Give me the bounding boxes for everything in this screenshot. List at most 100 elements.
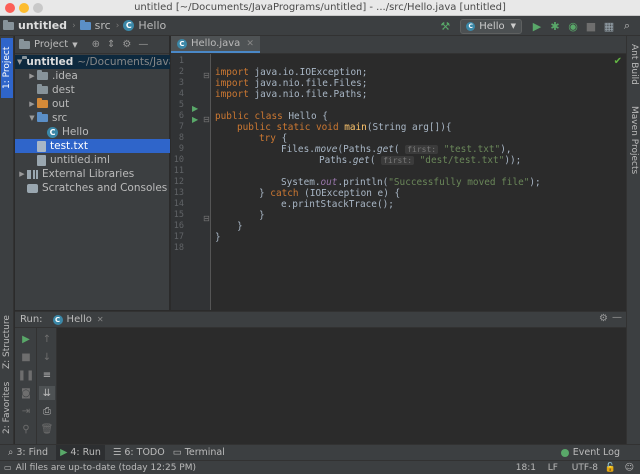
tab-ant-build[interactable]: Ant Build [627, 44, 639, 94]
fold-icon[interactable]: ⊟ [203, 71, 210, 80]
chevron-down-icon: ▼ [29, 114, 35, 122]
tab-terminal[interactable]: ▭ Terminal [173, 447, 225, 458]
folder-icon [19, 38, 30, 49]
breadcrumb-label: Hello [138, 19, 167, 32]
tree-item-out[interactable]: ▶ out [15, 97, 170, 111]
editor-gutter[interactable]: 1 2 3 4 5 6 7 8 9 10 11 12 13 14 15 16 17 18 ▶ ▶ ⊟ ⊟ ⊟ [171, 54, 211, 310]
tree-item-hello[interactable]: C Hello [15, 125, 170, 139]
print-icon[interactable]: ⎙ [39, 404, 55, 418]
code-line: } [237, 221, 243, 232]
inspection-ok-icon[interactable]: ✔ [614, 56, 622, 67]
tab-find[interactable]: ⌕ 3: Find [8, 447, 48, 458]
line-separator[interactable]: LF [548, 463, 558, 473]
rerun-icon[interactable]: ▶ [18, 332, 34, 346]
arrow-up-icon[interactable]: ↑ [39, 332, 55, 346]
status-bar: ▭ All files are up-to-date (today 12:25 … [0, 460, 640, 474]
line-number: 6 [178, 111, 184, 121]
file-encoding[interactable]: UTF-8 [572, 463, 598, 473]
breadcrumb-src[interactable]: src › [79, 19, 119, 32]
fold-icon[interactable]: ⊟ [203, 115, 210, 124]
tree-item-dest[interactable]: dest [15, 83, 170, 97]
tab-todo[interactable]: ☰ 6: TODO [113, 447, 165, 458]
trash-icon[interactable]: 🗑 [39, 422, 55, 436]
chevron-right-icon: ▶ [29, 100, 35, 108]
class-icon: C [123, 20, 135, 31]
stop-icon[interactable]: ■ [18, 350, 34, 364]
folder-icon [37, 98, 48, 108]
project-structure-icon[interactable]: ▦ [600, 18, 618, 34]
project-view-select[interactable]: Project [34, 39, 68, 50]
status-toggle-icon[interactable]: ▭ [4, 463, 12, 472]
tree-item-iml[interactable]: untitled.iml [15, 153, 170, 167]
line-number: 13 [173, 188, 184, 198]
run-tab-hello[interactable]: C Hello ✕ [52, 314, 104, 325]
run-panel: Run: C Hello ✕ ⚙ — ▶ ■ ❚❚ ◙ ⇥ ⚲ ↑ ↓ ≡ ⇊ … [15, 311, 626, 444]
lock-icon[interactable]: 🔓 [605, 463, 616, 473]
tab-favorites[interactable]: 2: Favorites [1, 378, 13, 438]
tab-run[interactable]: ▶ 4: Run [56, 444, 105, 461]
code-line: } [259, 210, 265, 221]
tree-item-scratches[interactable]: Scratches and Consoles [15, 181, 170, 195]
breadcrumb-project[interactable]: untitled › [3, 19, 76, 32]
text-file-icon [37, 140, 46, 152]
line-number: 5 [178, 100, 184, 110]
coverage-icon[interactable]: ◉ [564, 18, 582, 34]
line-number: 1 [178, 56, 184, 66]
library-icon [27, 169, 38, 179]
gear-icon[interactable]: ⚙ [599, 313, 608, 324]
run-gutter-icon[interactable]: ▶ [192, 104, 198, 113]
chevron-down-icon: ▼ [17, 58, 23, 66]
caret-position[interactable]: 18:1 [516, 463, 536, 473]
tab-structure[interactable]: Z: Structure [1, 310, 13, 374]
code-line: e.printStackTrace(); [281, 199, 394, 210]
scroll-from-source-icon[interactable]: ⊕ [92, 39, 100, 50]
tree-item-test-txt[interactable]: test.txt [15, 139, 170, 153]
pause-icon[interactable]: ❚❚ [18, 368, 35, 382]
line-number: 17 [173, 232, 184, 242]
line-number: 12 [173, 177, 184, 187]
code-line: public static void main(String arg[]){ [237, 122, 452, 133]
close-icon[interactable]: ✕ [246, 39, 254, 49]
search-everywhere-icon[interactable]: ⌕ [618, 18, 636, 34]
fold-icon[interactable]: ⊟ [203, 214, 210, 223]
tree-item-root[interactable]: ▼ untitled ~/Documents/JavaP [15, 55, 170, 69]
inspector-icon[interactable]: ☺ [625, 463, 634, 473]
code-line: System.out.println("Successfully moved f… [281, 177, 541, 188]
run-panel-header: Run: C Hello ✕ ⚙ — [15, 311, 626, 328]
exit-icon[interactable]: ⇥ [18, 404, 34, 418]
collapse-all-icon[interactable]: ⇕ [107, 39, 115, 50]
run-toolbar-secondary: ↑ ↓ ≡ ⇊ ⎙ 🗑 [37, 328, 57, 444]
event-log-icon [560, 448, 569, 457]
editor-tabs: C Hello.java ✕ [171, 36, 626, 54]
navigation-bar: untitled › src › C Hello ⚒ C Hello ▼ ▶ ✱… [0, 16, 640, 36]
tree-item-external-libraries[interactable]: ▶ External Libraries [15, 167, 170, 181]
code-area[interactable]: import java.io.IOException; import java.… [215, 54, 626, 310]
gear-icon[interactable]: ⚙ [122, 39, 131, 50]
build-hammer-icon[interactable]: ⚒ [436, 18, 454, 34]
pin-icon[interactable]: ⚲ [18, 422, 34, 436]
line-number: 9 [178, 144, 184, 154]
breadcrumb-class[interactable]: C Hello [123, 19, 166, 32]
tab-label: Hello.java [191, 38, 241, 49]
tab-project[interactable]: 1: Project [1, 38, 13, 98]
tab-hello-java[interactable]: C Hello.java ✕ [171, 36, 260, 53]
hide-panel-icon[interactable]: — [612, 312, 622, 323]
tab-maven-projects[interactable]: Maven Projects [627, 106, 639, 186]
tree-item-idea[interactable]: ▶ .idea [15, 69, 170, 83]
soft-wrap-icon[interactable]: ≡ [39, 368, 55, 382]
line-number: 14 [173, 199, 184, 209]
chevron-right-icon: ▶ [19, 170, 25, 178]
close-icon[interactable]: ✕ [97, 315, 104, 324]
camera-icon[interactable]: ◙ [18, 386, 34, 400]
arrow-down-icon[interactable]: ↓ [39, 350, 55, 364]
run-configuration-select[interactable]: C Hello ▼ [460, 18, 522, 34]
run-toolbar-primary: ▶ ■ ❚❚ ◙ ⇥ ⚲ [15, 328, 37, 444]
run-gutter-icon[interactable]: ▶ [192, 115, 198, 124]
stop-icon[interactable]: ■ [582, 18, 600, 34]
scroll-to-end-icon[interactable]: ⇊ [39, 386, 55, 400]
debug-bug-icon[interactable]: ✱ [546, 18, 564, 34]
hide-panel-icon[interactable]: — [138, 39, 148, 50]
run-icon[interactable]: ▶ [528, 18, 546, 34]
tab-event-log[interactable]: Event Log [560, 447, 620, 458]
tree-item-src[interactable]: ▼ src [15, 111, 170, 125]
